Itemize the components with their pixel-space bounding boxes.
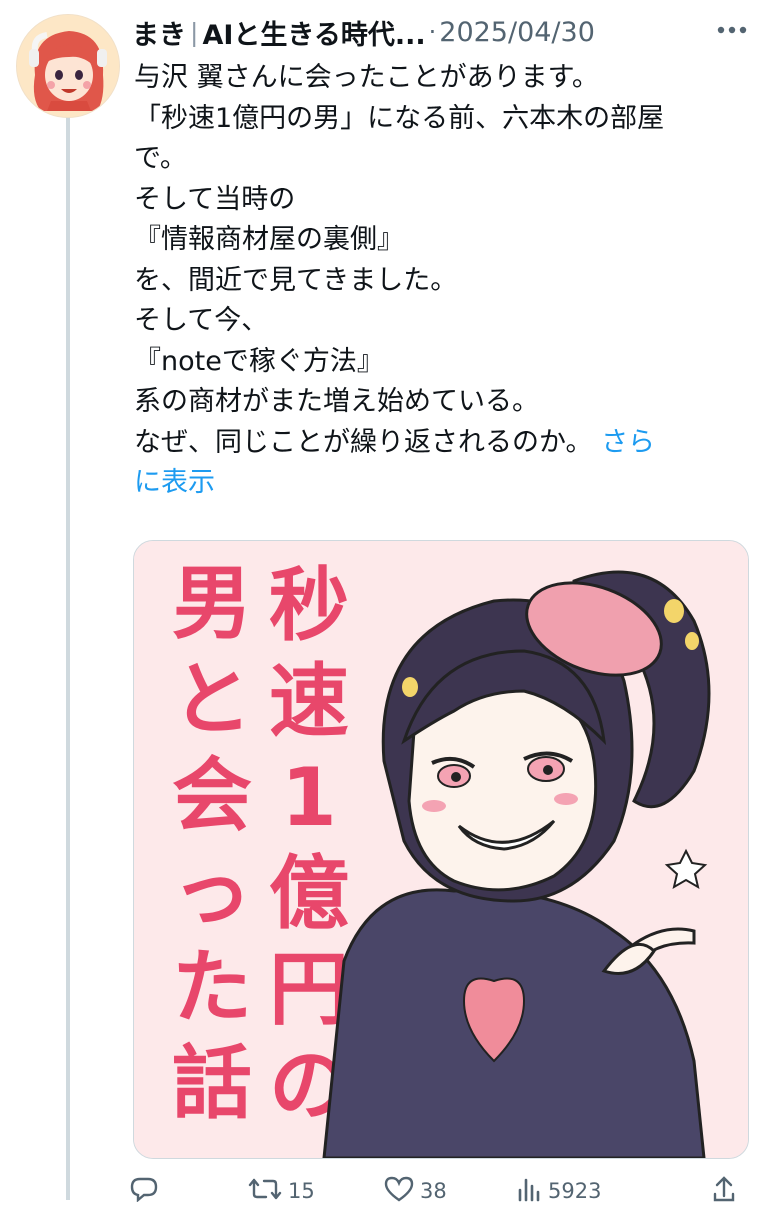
author-subtitle[interactable]: AIと生きる時代... bbox=[202, 13, 425, 52]
thread-line bbox=[66, 96, 70, 1200]
name-separator: | bbox=[190, 17, 199, 47]
reply-icon bbox=[130, 1176, 158, 1207]
tweet-line: 系の商材がまた増え始めている。 bbox=[134, 386, 539, 417]
share-button[interactable] bbox=[712, 1175, 736, 1207]
tweet-line-last: なぜ、同じことが繰り返されるのか。 さら bbox=[134, 423, 744, 464]
tweet-line: を、間近で見てきました。 bbox=[134, 264, 458, 296]
like-count: 38 bbox=[420, 1179, 447, 1203]
retweet-icon bbox=[248, 1176, 282, 1207]
tweet-text: 与沢 翼さんに会ったことがあります。 「秒速1億円の男」になる前、六本木の部屋 … bbox=[134, 58, 744, 504]
retweet-button[interactable]: 15 bbox=[248, 1176, 384, 1207]
header-dot: · bbox=[428, 18, 437, 46]
like-icon bbox=[384, 1176, 414, 1207]
show-more-link[interactable]: さら bbox=[601, 427, 655, 458]
more-icon[interactable] bbox=[714, 15, 750, 45]
tweet-line: そして今、 bbox=[134, 305, 269, 336]
tweet-line: 「秒速1億円の男」になる前、六本木の部屋 bbox=[134, 102, 665, 134]
avatar[interactable] bbox=[16, 14, 120, 118]
tweet-media-image[interactable]: 秒速 1 億円の 男と会った話 bbox=[133, 540, 749, 1159]
tweet-date[interactable]: 2025/04/30 bbox=[439, 17, 595, 48]
show-more-link-cont[interactable]: に表示 bbox=[134, 463, 744, 504]
tweet-line: そして当時の bbox=[134, 183, 296, 215]
views-icon bbox=[516, 1176, 542, 1207]
views-count: 5923 bbox=[548, 1179, 602, 1203]
tweet-header: まき | AIと生きる時代... · 2025/04/30 bbox=[132, 10, 752, 54]
retweet-count: 15 bbox=[288, 1179, 315, 1203]
media-illustration: 秒速 1 億円の 男と会った話 bbox=[134, 541, 748, 1158]
tweet-line-text: なぜ、同じことが繰り返されるのか。 bbox=[134, 426, 593, 458]
reply-button[interactable] bbox=[130, 1176, 248, 1207]
like-button[interactable]: 38 bbox=[384, 1176, 516, 1207]
tweet-line: で。 bbox=[134, 143, 187, 174]
tweet-line: 与沢 翼さんに会ったことがあります。 bbox=[134, 62, 599, 93]
share-icon bbox=[712, 1175, 736, 1207]
action-bar: 15 38 5923 bbox=[130, 1175, 758, 1207]
tweet-line: 『情報商材屋の裏側』 bbox=[134, 224, 404, 255]
views-button[interactable]: 5923 bbox=[516, 1176, 712, 1207]
author-name[interactable]: まき bbox=[132, 13, 186, 52]
avatar-illustration bbox=[17, 15, 119, 117]
tweet-line: 『noteで稼ぐ方法』 bbox=[134, 345, 384, 377]
